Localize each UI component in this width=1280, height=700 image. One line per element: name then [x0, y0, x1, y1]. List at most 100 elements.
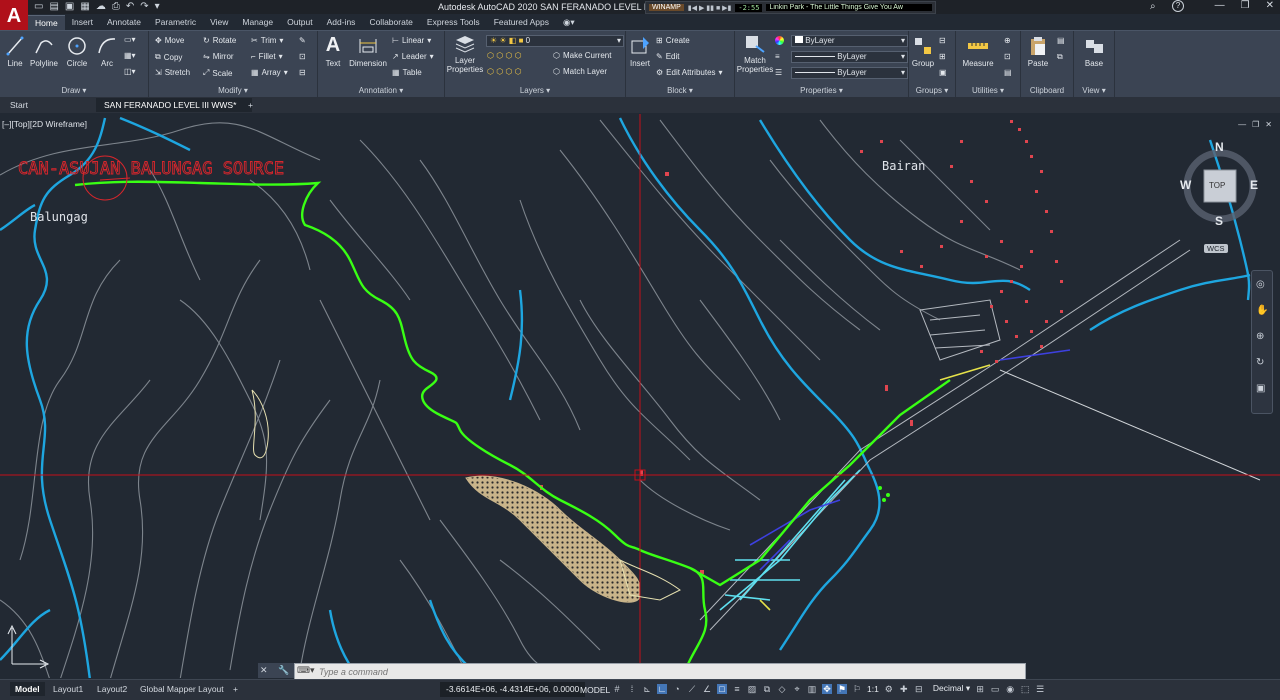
group-select-icon[interactable]: ▣: [939, 68, 947, 77]
cloud-icon[interactable]: ☁: [96, 1, 106, 12]
color-dropdown[interactable]: ByLayer ▾: [791, 35, 908, 47]
showmotion-icon[interactable]: ▣: [1256, 383, 1265, 394]
base-view-button[interactable]: Base: [1080, 35, 1108, 68]
group-button[interactable]: Group: [911, 35, 935, 68]
wcs-menu[interactable]: WCS: [1204, 244, 1228, 253]
array-button[interactable]: ▦ Array ▾: [251, 68, 288, 77]
fillet-button[interactable]: ⌐ Fillet ▾: [251, 52, 283, 61]
performance-icon[interactable]: ◉: [1005, 684, 1015, 694]
layer-tool-icons-row1[interactable]: ⬡ ⬡ ⬡ ⬡: [487, 51, 522, 60]
ribbon-toggle-icon[interactable]: ◉▾: [556, 15, 582, 29]
selection-cycling-icon[interactable]: ⧉: [762, 684, 772, 694]
drawing-canvas[interactable]: CAN-ASUJAN BALUNGAG SOURCE Balungag Bair…: [0, 114, 1280, 678]
hardware-acceleration-icon[interactable]: ▭: [990, 684, 1000, 694]
match-layer-button[interactable]: ⬡ Match Layer: [553, 67, 607, 76]
create-block-button[interactable]: ⊞ Create: [656, 36, 690, 45]
workspace-gear-icon[interactable]: ⚙: [884, 684, 894, 694]
tab-insert[interactable]: Insert: [65, 15, 100, 29]
print-icon[interactable]: ⎙: [112, 1, 120, 12]
minimize-button[interactable]: —: [1215, 0, 1225, 11]
viewport-close-icon[interactable]: ✕: [1265, 120, 1272, 129]
arc-button[interactable]: Arc: [96, 35, 118, 68]
polyline-button[interactable]: Polyline: [28, 35, 60, 68]
coordinates-readout[interactable]: -3.6614E+06, -4.4314E+06, 0.0000: [440, 682, 586, 697]
measure-button[interactable]: Measure: [960, 35, 996, 68]
color-wheel-icon[interactable]: [775, 36, 784, 45]
compass-e[interactable]: E: [1250, 178, 1258, 192]
media-controls-icon[interactable]: ▮◀ ▶ ▮▮ ■ ▶▮: [688, 4, 732, 12]
polar-tracking-icon[interactable]: ◔: [672, 684, 682, 694]
edit-block-button[interactable]: ✎ Edit: [656, 52, 680, 61]
clipboard-panel-title[interactable]: Clipboard: [1021, 86, 1073, 95]
explode-icon[interactable]: ⊡: [299, 52, 306, 61]
groups-panel-title[interactable]: Groups ▾: [909, 86, 955, 95]
auto-scale-icon[interactable]: ⚐: [852, 684, 862, 694]
undo-icon[interactable]: ↶: [126, 1, 134, 12]
clean-screen-icon[interactable]: ⬚: [1020, 684, 1030, 694]
share-icon[interactable]: ▾: [155, 1, 160, 12]
modify-panel-title[interactable]: Modify ▾: [149, 86, 317, 95]
quick-properties-icon[interactable]: ⊟: [914, 684, 924, 694]
copy-button[interactable]: ⧉ Copy: [155, 52, 182, 62]
linear-button[interactable]: ⊢ Linear ▾: [392, 36, 431, 45]
annotation-scale[interactable]: 1:1: [867, 684, 879, 694]
ortho-icon[interactable]: ∟: [657, 683, 667, 694]
search-icon[interactable]: ⌕: [1150, 1, 1156, 12]
customize-command-icon[interactable]: 🔧: [278, 665, 289, 675]
cut-icon[interactable]: ▤: [1057, 36, 1065, 45]
dimension-button[interactable]: Dimension: [348, 35, 388, 68]
hatch-tool-icon[interactable]: ▦▾: [124, 51, 136, 60]
linetype-dropdown[interactable]: ByLayer ▾: [791, 51, 908, 63]
leader-button[interactable]: ↗ Leader ▾: [392, 52, 434, 61]
viewport-controls-label[interactable]: [–][Top][2D Wireframe]: [2, 119, 87, 129]
isolate-objects-icon[interactable]: ⊞: [975, 684, 985, 694]
tab-output[interactable]: Output: [280, 15, 320, 29]
mirror-button[interactable]: ⇋ Mirror: [203, 52, 234, 61]
start-tab[interactable]: Start: [2, 98, 88, 112]
circle-button[interactable]: Circle: [64, 35, 90, 68]
save-icon[interactable]: ▣: [65, 1, 74, 12]
viewport-minimize-icon[interactable]: —: [1238, 120, 1246, 129]
insert-button[interactable]: Insert: [628, 35, 652, 68]
layers-panel-title[interactable]: Layers ▾: [445, 86, 625, 95]
snap-icon[interactable]: ⁞: [627, 684, 637, 694]
trim-button[interactable]: ✂ Trim ▾: [251, 36, 283, 45]
table-button[interactable]: ▦ Table: [392, 68, 422, 77]
tab-collaborate[interactable]: Collaborate: [362, 15, 419, 29]
annotation-monitor-icon[interactable]: ✚: [899, 684, 909, 694]
infer-constraints-icon[interactable]: ⊾: [642, 684, 652, 694]
maximize-button[interactable]: ❐: [1241, 0, 1250, 11]
model-tab[interactable]: Model: [10, 682, 45, 696]
orbit-icon[interactable]: ↻: [1256, 357, 1264, 368]
edit-attributes-button[interactable]: ⚙ Edit Attributes ▾: [656, 68, 723, 77]
layer-properties-button[interactable]: Layer Properties: [447, 34, 483, 74]
tab-annotate[interactable]: Annotate: [100, 15, 148, 29]
selection-filter-icon[interactable]: ▥: [807, 684, 817, 694]
boundary-tool-icon[interactable]: ◫▾: [124, 67, 136, 76]
lineweight-icon[interactable]: ☰: [775, 68, 782, 77]
3d-osnap-icon[interactable]: ◇: [777, 684, 787, 694]
tab-parametric[interactable]: Parametric: [148, 15, 203, 29]
make-current-button[interactable]: ⬡ Make Current: [553, 51, 611, 60]
scale-button[interactable]: ⤢ Scale: [203, 68, 232, 78]
select-all-icon[interactable]: ⊡: [1004, 52, 1011, 61]
annotation-visibility-icon[interactable]: ⚑: [837, 683, 847, 694]
transparency-icon[interactable]: ▨: [747, 684, 757, 694]
quick-select-icon[interactable]: ⊕: [1004, 36, 1011, 45]
match-properties-button[interactable]: Match Properties: [737, 34, 773, 74]
view-panel-title[interactable]: View ▾: [1074, 86, 1114, 95]
layout2-tab[interactable]: Layout2: [92, 682, 132, 696]
layer-dropdown[interactable]: ☀ ☀ ◧ ■ 0 ▾: [486, 35, 624, 47]
line-button[interactable]: Line: [4, 35, 26, 68]
gizmo-icon[interactable]: ✥: [822, 683, 832, 694]
winamp-player[interactable]: WINAMP ▮◀ ▶ ▮▮ ■ ▶▮ -2:55 Linkin Park - …: [645, 1, 937, 14]
command-input[interactable]: [317, 666, 1011, 678]
zoom-extents-icon[interactable]: ⊕: [1256, 331, 1264, 342]
stretch-button[interactable]: ⇲ Stretch: [155, 68, 190, 77]
new-tab-button[interactable]: +: [240, 98, 261, 112]
text-button[interactable]: A Text: [322, 34, 344, 68]
tab-view[interactable]: View: [203, 15, 235, 29]
drawing-tab[interactable]: SAN FERANADO LEVEL III WWS* ✕: [96, 98, 252, 124]
tab-featured-apps[interactable]: Featured Apps: [487, 15, 556, 29]
object-snap-tracking-icon[interactable]: ∠: [702, 684, 712, 694]
